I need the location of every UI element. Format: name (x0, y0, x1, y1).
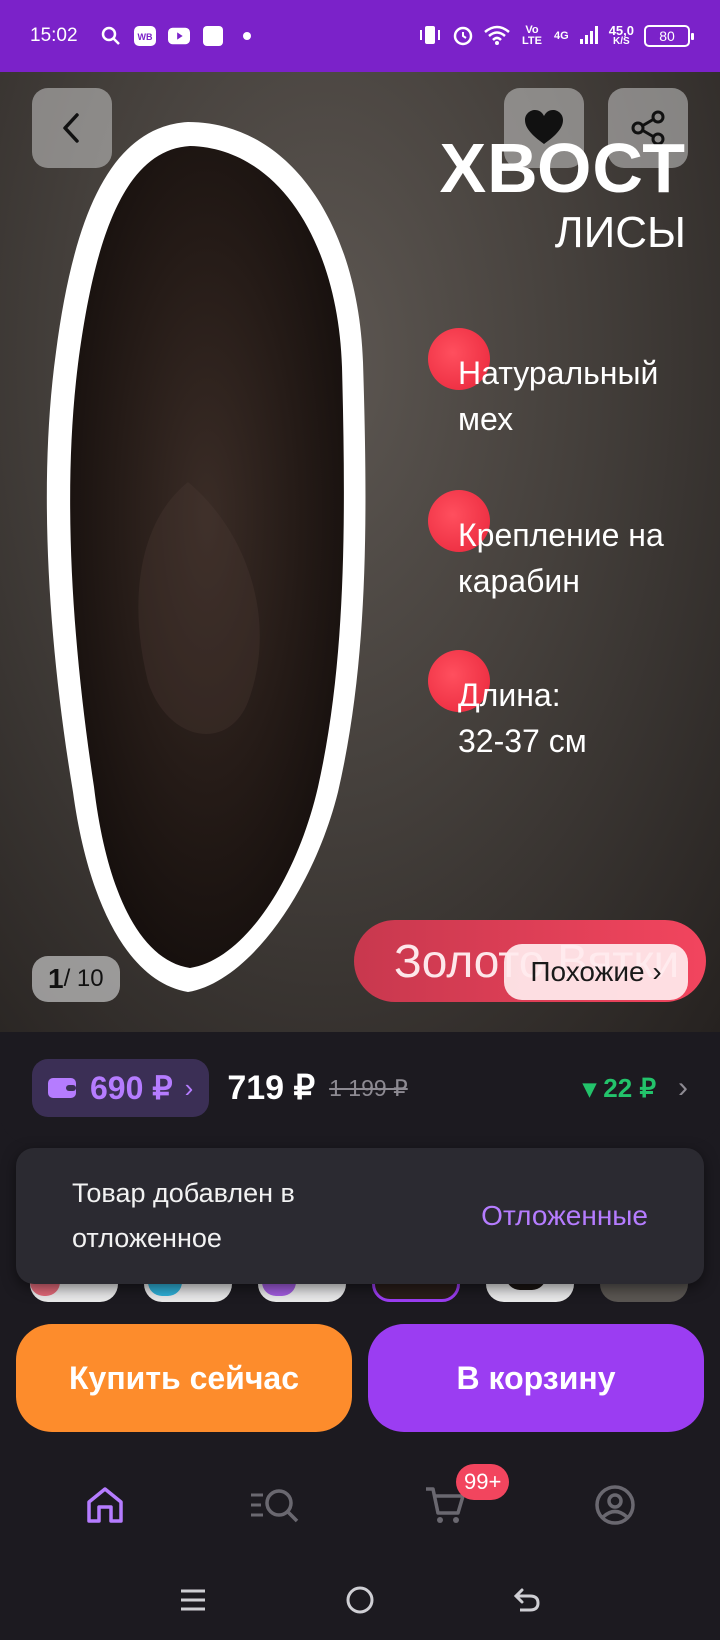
alarm-icon (452, 24, 474, 49)
image-counter-total: / 10 (63, 965, 104, 992)
cart-badge: 99+ (456, 1464, 510, 1500)
wallet-icon (48, 1078, 76, 1098)
dot-icon (236, 25, 258, 47)
profile-icon (595, 1485, 635, 1525)
square-app-icon (202, 25, 224, 47)
feature-item: Длина: 32-37 см (428, 650, 708, 759)
image-counter-current: 1 (48, 963, 64, 994)
home-circle-icon[interactable] (345, 1585, 375, 1615)
back-button[interactable] (32, 88, 112, 168)
catalog-search-icon (251, 1489, 299, 1523)
wb-app-icon: WB (133, 25, 156, 47)
current-price: 719 ₽ (227, 1069, 316, 1107)
toast-favorites-link[interactable]: Отложенные (481, 1200, 648, 1232)
nav-profile[interactable] (570, 1470, 660, 1540)
system-nav (0, 1560, 720, 1640)
svg-text:WB: WB (137, 32, 152, 42)
bottom-nav: 99+ (0, 1460, 720, 1550)
price-bar[interactable]: 690 ₽ › 719 ₽ 1 199 ₽ ▾ 22 ₽ › (0, 1032, 720, 1144)
feature-text: Длина: 32-37 см (458, 677, 587, 759)
similar-button[interactable]: Похожие › (504, 944, 688, 1000)
wallet-price-button[interactable]: 690 ₽ › (32, 1059, 210, 1117)
volte-label: Vo LTE (522, 24, 542, 47)
fox-tail-image (46, 122, 366, 992)
back-arrow-icon[interactable] (512, 1585, 542, 1615)
product-title: ХВОСТ (439, 129, 686, 207)
nav-catalog[interactable] (230, 1470, 320, 1540)
speed-readout: 45,0 K/S (608, 23, 634, 47)
nav-cart[interactable]: 99+ (400, 1464, 510, 1540)
wallet-price: 690 ₽ (90, 1070, 173, 1106)
cashback-amount: ▾ 22 ₽ (583, 1072, 656, 1103)
nav-home[interactable] (60, 1470, 150, 1540)
chevron-right-icon[interactable]: › (678, 1071, 688, 1105)
chevron-right-icon: › (184, 1072, 194, 1103)
home-icon (87, 1487, 123, 1523)
feature-text: Крепление на карабин (458, 517, 664, 599)
youtube-icon (167, 25, 190, 47)
buy-now-button[interactable]: Купить сейчас (16, 1324, 352, 1432)
signal-icon (579, 25, 599, 48)
wifi-icon (484, 25, 510, 48)
network-label: 4G (554, 29, 569, 42)
menu-icon[interactable] (178, 1585, 208, 1615)
chevron-left-icon (63, 113, 79, 143)
add-to-cart-button[interactable]: В корзину (368, 1324, 704, 1432)
feature-item: Натуральный мех (428, 328, 708, 437)
status-time: 15:02 (30, 25, 78, 46)
screen: 15:02 WB Vo LTE 4G 45,0 K/S 80 ХВОСТ ЛИС… (0, 0, 720, 1640)
speed-unit: K/S (613, 36, 630, 47)
added-to-favorites-toast: Товар добавлен в отложенное Отложенные (16, 1148, 704, 1284)
old-price: 1 199 ₽ (329, 1074, 408, 1101)
status-bar: 15:02 WB Vo LTE 4G 45,0 K/S 80 (0, 0, 720, 72)
status-right-group: Vo LTE 4G 45,0 K/S 80 (418, 23, 694, 49)
product-subtitle: ЛИСЫ (554, 208, 686, 257)
toast-message: Товар добавлен в отложенное (72, 1178, 295, 1253)
feature-text: Натуральный мех (458, 355, 659, 437)
search-icon (100, 25, 122, 47)
product-gallery[interactable]: ХВОСТ ЛИСЫ Натуральный мех Крепление на … (0, 72, 720, 1032)
vibrate-icon (418, 24, 442, 49)
feature-item: Крепление на карабин (428, 490, 708, 599)
speed-value: 45,0 (608, 23, 634, 38)
image-counter: 1 / 10 (32, 956, 120, 1002)
battery-indicator: 80 (644, 25, 694, 47)
